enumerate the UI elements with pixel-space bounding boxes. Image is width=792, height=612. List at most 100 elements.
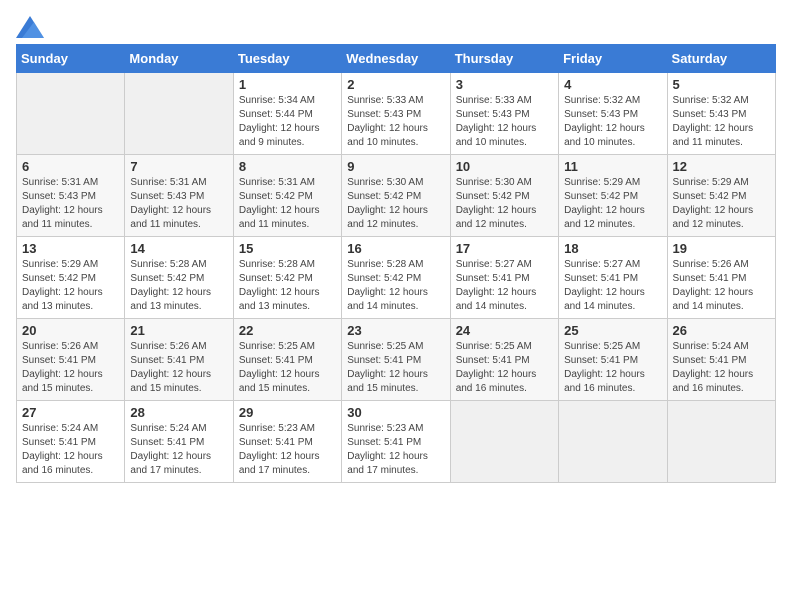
col-header-thursday: Thursday <box>450 45 558 73</box>
week-row-3: 13 Sunrise: 5:29 AM Sunset: 5:42 PM Dayli… <box>17 237 776 319</box>
day-info: Sunrise: 5:31 AM Sunset: 5:42 PM Dayligh… <box>239 176 336 232</box>
day-number: 3 <box>456 77 553 92</box>
calendar-cell: 16 Sunrise: 5:28 AM Sunset: 5:42 PM Dayli… <box>342 237 450 319</box>
week-row-5: 27Sunrise: 5:24 AM Sunset: 5:41 PM Dayli… <box>17 401 776 483</box>
calendar-cell: 27Sunrise: 5:24 AM Sunset: 5:41 PM Dayli… <box>17 401 125 483</box>
calendar-cell: 6 Sunrise: 5:31 AM Sunset: 5:43 PM Daylig… <box>17 155 125 237</box>
day-info: Sunrise: 5:33 AM Sunset: 5:43 PM Dayligh… <box>456 94 553 150</box>
calendar-cell: 29 Sunrise: 5:23 AM Sunset: 5:41 PM Dayli… <box>233 401 341 483</box>
calendar-cell: 18 Sunrise: 5:27 AM Sunset: 5:41 PM Dayli… <box>559 237 667 319</box>
calendar-cell: 19 Sunrise: 5:26 AM Sunset: 5:41 PM Dayli… <box>667 237 775 319</box>
day-number: 18 <box>564 241 661 256</box>
day-number: 13 <box>22 241 119 256</box>
calendar-cell: 30 Sunrise: 5:23 AM Sunset: 5:41 PM Dayli… <box>342 401 450 483</box>
day-info: Sunrise: 5:23 AM Sunset: 5:41 PM Dayligh… <box>347 422 444 478</box>
week-row-4: 20 Sunrise: 5:26 AM Sunset: 5:41 PM Dayli… <box>17 319 776 401</box>
day-number: 21 <box>130 323 227 338</box>
day-number: 23 <box>347 323 444 338</box>
day-info: Sunrise: 5:24 AM Sunset: 5:41 PM Dayligh… <box>673 340 770 396</box>
day-number: 16 <box>347 241 444 256</box>
calendar-cell: 12 Sunrise: 5:29 AM Sunset: 5:42 PM Dayli… <box>667 155 775 237</box>
day-number: 20 <box>22 323 119 338</box>
calendar-cell <box>667 401 775 483</box>
day-number: 19 <box>673 241 770 256</box>
calendar-cell: 5 Sunrise: 5:32 AM Sunset: 5:43 PM Daylig… <box>667 73 775 155</box>
day-info: Sunrise: 5:25 AM Sunset: 5:41 PM Dayligh… <box>564 340 661 396</box>
calendar-cell <box>17 73 125 155</box>
day-number: 10 <box>456 159 553 174</box>
calendar-cell: 13 Sunrise: 5:29 AM Sunset: 5:42 PM Dayli… <box>17 237 125 319</box>
day-info: Sunrise: 5:28 AM Sunset: 5:42 PM Dayligh… <box>347 258 444 314</box>
calendar-cell: 26 Sunrise: 5:24 AM Sunset: 5:41 PM Dayli… <box>667 319 775 401</box>
day-number: 4 <box>564 77 661 92</box>
day-number: 29 <box>239 405 336 420</box>
day-number: 28 <box>130 405 227 420</box>
day-info: Sunrise: 5:33 AM Sunset: 5:43 PM Dayligh… <box>347 94 444 150</box>
calendar-cell: 14Sunrise: 5:28 AM Sunset: 5:42 PM Dayli… <box>125 237 233 319</box>
calendar-cell: 4Sunrise: 5:32 AM Sunset: 5:43 PM Daylig… <box>559 73 667 155</box>
day-info: Sunrise: 5:25 AM Sunset: 5:41 PM Dayligh… <box>347 340 444 396</box>
calendar-cell: 17 Sunrise: 5:27 AM Sunset: 5:41 PM Dayli… <box>450 237 558 319</box>
day-info: Sunrise: 5:31 AM Sunset: 5:43 PM Dayligh… <box>22 176 119 232</box>
week-row-1: 1 Sunrise: 5:34 AM Sunset: 5:44 PM Daylig… <box>17 73 776 155</box>
day-info: Sunrise: 5:24 AM Sunset: 5:41 PM Dayligh… <box>22 422 119 478</box>
calendar-cell: 21 Sunrise: 5:26 AM Sunset: 5:41 PM Dayli… <box>125 319 233 401</box>
col-header-sunday: Sunday <box>17 45 125 73</box>
calendar-cell: 25 Sunrise: 5:25 AM Sunset: 5:41 PM Dayli… <box>559 319 667 401</box>
day-info: Sunrise: 5:32 AM Sunset: 5:43 PM Dayligh… <box>673 94 770 150</box>
day-number: 8 <box>239 159 336 174</box>
day-number: 30 <box>347 405 444 420</box>
calendar-cell: 1 Sunrise: 5:34 AM Sunset: 5:44 PM Daylig… <box>233 73 341 155</box>
day-info: Sunrise: 5:28 AM Sunset: 5:42 PM Dayligh… <box>130 258 227 314</box>
calendar-cell: 9 Sunrise: 5:30 AM Sunset: 5:42 PM Daylig… <box>342 155 450 237</box>
calendar-cell: 15 Sunrise: 5:28 AM Sunset: 5:42 PM Dayli… <box>233 237 341 319</box>
calendar-table: SundayMondayTuesdayWednesdayThursdayFrid… <box>16 44 776 483</box>
day-info: Sunrise: 5:24 AM Sunset: 5:41 PM Dayligh… <box>130 422 227 478</box>
col-header-wednesday: Wednesday <box>342 45 450 73</box>
day-number: 26 <box>673 323 770 338</box>
day-number: 24 <box>456 323 553 338</box>
day-info: Sunrise: 5:27 AM Sunset: 5:41 PM Dayligh… <box>456 258 553 314</box>
day-info: Sunrise: 5:28 AM Sunset: 5:42 PM Dayligh… <box>239 258 336 314</box>
calendar-cell: 8 Sunrise: 5:31 AM Sunset: 5:42 PM Daylig… <box>233 155 341 237</box>
col-header-tuesday: Tuesday <box>233 45 341 73</box>
day-info: Sunrise: 5:29 AM Sunset: 5:42 PM Dayligh… <box>564 176 661 232</box>
day-info: Sunrise: 5:29 AM Sunset: 5:42 PM Dayligh… <box>673 176 770 232</box>
day-info: Sunrise: 5:25 AM Sunset: 5:41 PM Dayligh… <box>239 340 336 396</box>
day-number: 2 <box>347 77 444 92</box>
day-number: 6 <box>22 159 119 174</box>
day-number: 1 <box>239 77 336 92</box>
day-number: 11 <box>564 159 661 174</box>
calendar-cell: 28 Sunrise: 5:24 AM Sunset: 5:41 PM Dayli… <box>125 401 233 483</box>
day-number: 12 <box>673 159 770 174</box>
day-info: Sunrise: 5:27 AM Sunset: 5:41 PM Dayligh… <box>564 258 661 314</box>
day-number: 25 <box>564 323 661 338</box>
day-number: 5 <box>673 77 770 92</box>
day-number: 15 <box>239 241 336 256</box>
logo <box>16 16 48 38</box>
calendar-cell <box>125 73 233 155</box>
calendar-cell: 24Sunrise: 5:25 AM Sunset: 5:41 PM Dayli… <box>450 319 558 401</box>
day-info: Sunrise: 5:34 AM Sunset: 5:44 PM Dayligh… <box>239 94 336 150</box>
calendar-cell <box>559 401 667 483</box>
calendar-cell: 11 Sunrise: 5:29 AM Sunset: 5:42 PM Dayli… <box>559 155 667 237</box>
calendar-cell: 22Sunrise: 5:25 AM Sunset: 5:41 PM Dayli… <box>233 319 341 401</box>
day-info: Sunrise: 5:23 AM Sunset: 5:41 PM Dayligh… <box>239 422 336 478</box>
calendar-cell: 20 Sunrise: 5:26 AM Sunset: 5:41 PM Dayli… <box>17 319 125 401</box>
day-info: Sunrise: 5:30 AM Sunset: 5:42 PM Dayligh… <box>456 176 553 232</box>
col-header-saturday: Saturday <box>667 45 775 73</box>
day-info: Sunrise: 5:31 AM Sunset: 5:43 PM Dayligh… <box>130 176 227 232</box>
day-info: Sunrise: 5:26 AM Sunset: 5:41 PM Dayligh… <box>673 258 770 314</box>
day-number: 17 <box>456 241 553 256</box>
day-info: Sunrise: 5:29 AM Sunset: 5:42 PM Dayligh… <box>22 258 119 314</box>
day-info: Sunrise: 5:30 AM Sunset: 5:42 PM Dayligh… <box>347 176 444 232</box>
calendar-cell: 10 Sunrise: 5:30 AM Sunset: 5:42 PM Dayli… <box>450 155 558 237</box>
calendar-cell: 23 Sunrise: 5:25 AM Sunset: 5:41 PM Dayli… <box>342 319 450 401</box>
day-number: 7 <box>130 159 227 174</box>
day-info: Sunrise: 5:26 AM Sunset: 5:41 PM Dayligh… <box>130 340 227 396</box>
day-info: Sunrise: 5:26 AM Sunset: 5:41 PM Dayligh… <box>22 340 119 396</box>
calendar-cell: 3 Sunrise: 5:33 AM Sunset: 5:43 PM Daylig… <box>450 73 558 155</box>
logo-icon <box>16 16 44 38</box>
day-number: 9 <box>347 159 444 174</box>
week-row-2: 6 Sunrise: 5:31 AM Sunset: 5:43 PM Daylig… <box>17 155 776 237</box>
